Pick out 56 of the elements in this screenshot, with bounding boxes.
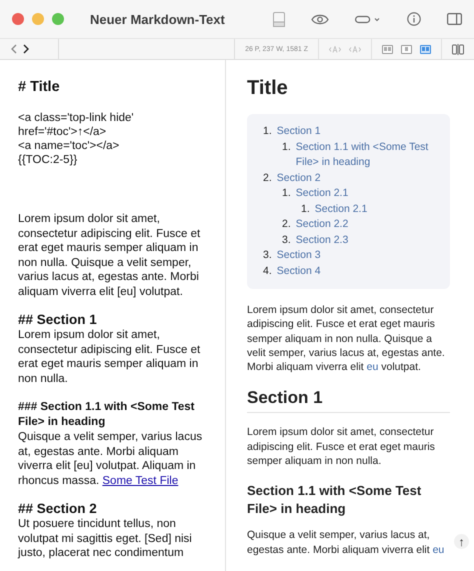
list-number: 2. [282,217,291,232]
preview-title: Title [247,77,289,100]
list-number: 2. [263,170,272,186]
toc-link[interactable]: Section 2.1 [296,186,348,202]
view-mode-button[interactable] [401,44,412,54]
columns-icon[interactable] [452,44,464,54]
markdown-heading: ## Section 2 [18,501,98,517]
markdown-paragraph: Ut posuere tincidunt tellus, non volutpat mi sagittis eget. [Sed] nisi justo, placerat nec condimentum [18,517,193,560]
toc-link[interactable]: Section 2.3 [296,232,348,248]
list-number: 1. [282,140,291,154]
markdown-line: {{TOC:2-5}} [18,153,78,167]
markdown-line: <a name='toc'></a> [18,139,120,153]
view-mode-button[interactable] [382,44,393,54]
markdown-line: <a class='top-link hide' [18,111,135,125]
inline-link[interactable]: eu [366,361,378,374]
toc-link[interactable]: Section 4 [276,264,321,279]
preview-paragraph: Lorem ipsum dolor sit amet, consectetur adipiscing elit. Fusce et erat eget mauris semper aliquam in non nulla. Quisque a velit semper, varius lacus at, egestas ante. Morbi aliquam viverra elit eu volutpat. [247,303,446,374]
toc-link[interactable]: Section 2 [276,170,321,186]
document-icon[interactable] [273,12,285,26]
close-button[interactable] [12,13,24,25]
inline-link[interactable]: eu [432,544,444,556]
font-smaller-icon[interactable] [329,46,341,52]
markdown-paragraph: Lorem ipsum dolor sit amet, consectetur adipiscing elit. Fusce et erat eget mauris semper aliquam in non nulla. [18,328,202,386]
eye-icon[interactable] [311,14,329,24]
markdown-heading: ## Section 1 [18,312,98,328]
list-number: 3. [282,232,291,248]
zoom-button[interactable] [52,13,64,25]
preview-heading: Section 1 [247,388,450,414]
preview-heading: Section 1.1 with <Some Test File> in heading [247,482,422,518]
pill-dropdown-icon[interactable] [355,14,381,24]
toc-link[interactable]: Section 2.2 [296,217,348,232]
markdown-line: href='#toc'>↑</a> [18,125,108,139]
preview-paragraph: Lorem ipsum dolor sit amet, consectetur adipiscing elit. Fusce et erat eget mauris semper aliquam in non nulla. [247,425,436,468]
scroll-top-button[interactable]: ↑ [454,534,469,549]
forward-icon[interactable] [23,44,30,54]
window-title: Neuer Markdown-Text [90,12,226,26]
font-larger-icon[interactable] [349,46,361,52]
view-mode-button[interactable] [420,44,431,54]
toc-link[interactable]: Section 1.1 with <Some Test File> in heading [296,140,440,170]
preview-paragraph: Quisque a velit semper, varius lacus at, egestas ante. Morbi aliquam viverra elit eu [247,528,446,557]
list-number: 4. [263,264,272,278]
info-icon[interactable] [407,12,421,26]
back-icon[interactable] [10,44,17,54]
markdown-heading: # Title [18,79,61,95]
inline-link[interactable]: Some Test File [102,474,178,486]
list-number: 1. [263,124,272,139]
markdown-heading: ### Section 1.1 with <Some Test File> in heading [18,400,196,430]
toc-link[interactable]: Section 2.1 [314,202,368,217]
markdown-paragraph: Lorem ipsum dolor sit amet, consectetur adipiscing elit. Fusce et erat eget mauris semper aliquam in non nulla. Quisque a velit semper, varius lacus at, egestas ante. Morbi aliquam viverra elit [eu] volutpat. [18,212,202,299]
toc-link[interactable]: Section 1 [276,124,321,140]
toc-link[interactable]: Section 3 [276,248,321,264]
list-number: 3. [263,248,272,263]
sidebar-icon[interactable] [447,13,462,25]
list-number: 1. [282,186,291,201]
list-number: 1. [301,202,310,216]
markdown-paragraph: Quisque a velit semper, varius lacus at, egestas ante. Morbi aliquam viverra elit [eu] volutpat. Aliquam in rhoncus massa. Some Test File [18,430,204,488]
